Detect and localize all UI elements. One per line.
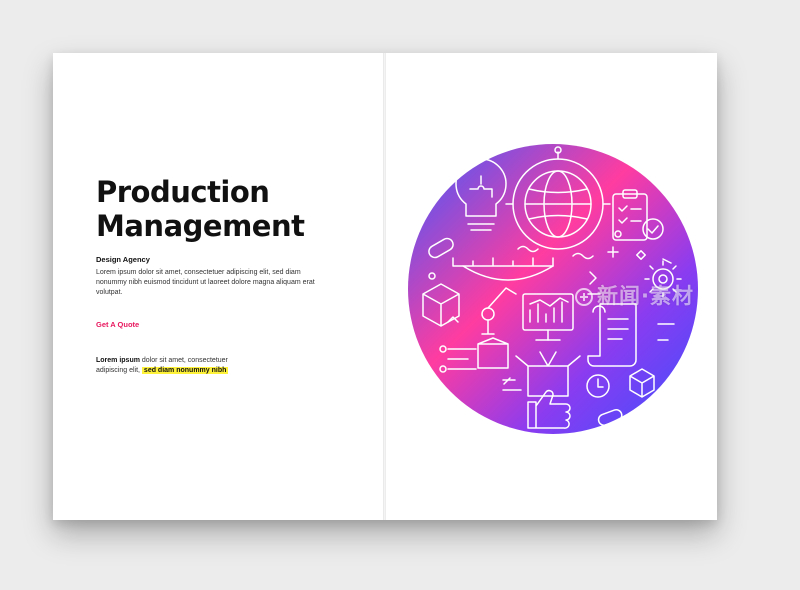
get-a-quote-link[interactable]: Get A Quote [96, 320, 139, 329]
title-line-1: Production [96, 175, 270, 209]
note-paragraph: Lorem ipsum dolor sit amet, consectetuer… [96, 356, 246, 376]
note-bold: Lorem ipsum [96, 357, 140, 364]
agency-label: Design Agency [96, 255, 150, 264]
body-paragraph: Lorem ipsum dolor sit amet, consectetuer… [96, 269, 315, 296]
watermark: 新闻·素材 [575, 280, 694, 310]
title-line-2: Management [96, 209, 305, 243]
left-page: Production Management Design Agency Lore… [53, 53, 384, 520]
page-title: Production Management [96, 175, 376, 243]
note-highlight: sed diam nonummy nibh [141, 367, 229, 374]
watermark-logo-icon [575, 288, 593, 306]
watermark-text: 新闻·素材 [597, 284, 694, 308]
